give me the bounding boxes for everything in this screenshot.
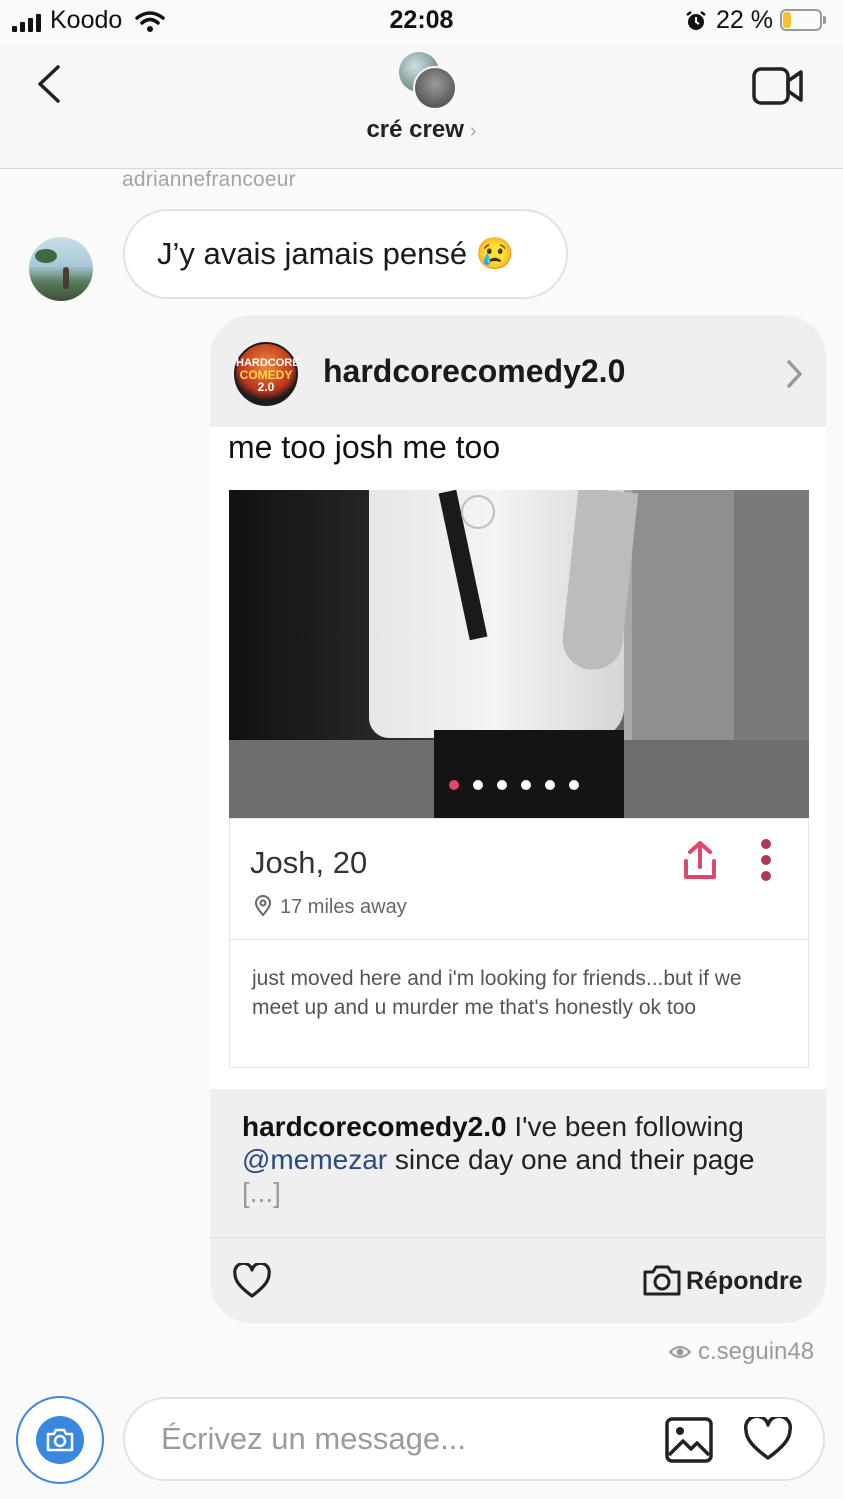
- message-composer: [123, 1397, 825, 1481]
- group-avatar[interactable]: [399, 52, 459, 110]
- carousel-dot: [473, 780, 483, 790]
- post-author-username[interactable]: hardcorecomedy2.0: [323, 353, 625, 390]
- profile-photo: [229, 490, 809, 818]
- seen-by-label: c.seguin48: [698, 1338, 815, 1365]
- carousel-dot: [569, 780, 579, 790]
- message-bubble[interactable]: J’y avais jamais pensé 😢: [123, 209, 568, 299]
- sender-name: adriannefrancoeur: [122, 168, 296, 191]
- video-call-icon[interactable]: [752, 66, 804, 106]
- caption-text-2: since day one and their page: [387, 1144, 755, 1175]
- chat-header: cré crew ›: [0, 44, 843, 169]
- profile-card: Josh, 20 17 miles away just moved here a…: [229, 818, 809, 1068]
- shared-post-card[interactable]: HARDCORE COMEDY 2.0 hardcorecomedy2.0 me…: [210, 315, 826, 1323]
- back-icon[interactable]: [34, 64, 64, 104]
- heart-icon[interactable]: [232, 1263, 272, 1299]
- camera-icon: [36, 1416, 84, 1464]
- carousel-dots: [449, 780, 609, 790]
- profile-bio: just moved here and i'm looking for frie…: [252, 967, 742, 1019]
- caption-ellipsis: [...]: [242, 1177, 281, 1208]
- camera-button[interactable]: [16, 1396, 104, 1484]
- divider: [230, 939, 808, 940]
- more-options-icon: [761, 839, 771, 883]
- profile-name: Josh, 20: [250, 845, 368, 880]
- carousel-dot: [449, 780, 459, 790]
- caption-text: I've been following: [506, 1111, 744, 1142]
- message-input[interactable]: [161, 1417, 641, 1461]
- logo-line-3: 2.0: [257, 380, 275, 394]
- battery-icon: [780, 9, 826, 31]
- profile-distance: 17 miles away: [280, 896, 407, 918]
- caption-username: hardcorecomedy2.0: [242, 1111, 507, 1142]
- carousel-dot: [545, 780, 555, 790]
- heart-icon[interactable]: [743, 1417, 793, 1461]
- chevron-right-icon: ›: [469, 120, 477, 142]
- message-text: J’y avais jamais pensé 😢: [157, 236, 515, 271]
- location-pin-icon: [254, 895, 272, 917]
- carousel-dot: [521, 780, 531, 790]
- battery-percent: 22 %: [716, 6, 773, 34]
- post-caption[interactable]: hardcorecomedy2.0 I've been following @m…: [242, 1110, 802, 1209]
- camera-icon[interactable]: [642, 1263, 682, 1297]
- gallery-icon[interactable]: [663, 1415, 715, 1465]
- divider: [210, 1237, 826, 1238]
- chat-title[interactable]: cré crew ›: [0, 116, 843, 144]
- status-bar: Koodo 22:08 22 %: [0, 0, 843, 44]
- share-icon: [684, 841, 716, 879]
- reply-button[interactable]: Répondre: [686, 1267, 803, 1296]
- chat-title-text: cré crew: [366, 116, 464, 143]
- post-media[interactable]: me too josh me too Josh, 20 17 miles awa…: [210, 427, 826, 1089]
- sender-avatar[interactable]: [29, 237, 93, 301]
- alarm-icon: [686, 11, 706, 30]
- carousel-dot: [497, 780, 507, 790]
- chevron-right-icon[interactable]: [784, 359, 804, 389]
- meme-caption: me too josh me too: [228, 429, 501, 465]
- eye-icon: [668, 1346, 692, 1358]
- post-author-logo[interactable]: HARDCORE COMEDY 2.0: [234, 342, 300, 406]
- caption-mention[interactable]: @memezar: [242, 1144, 387, 1175]
